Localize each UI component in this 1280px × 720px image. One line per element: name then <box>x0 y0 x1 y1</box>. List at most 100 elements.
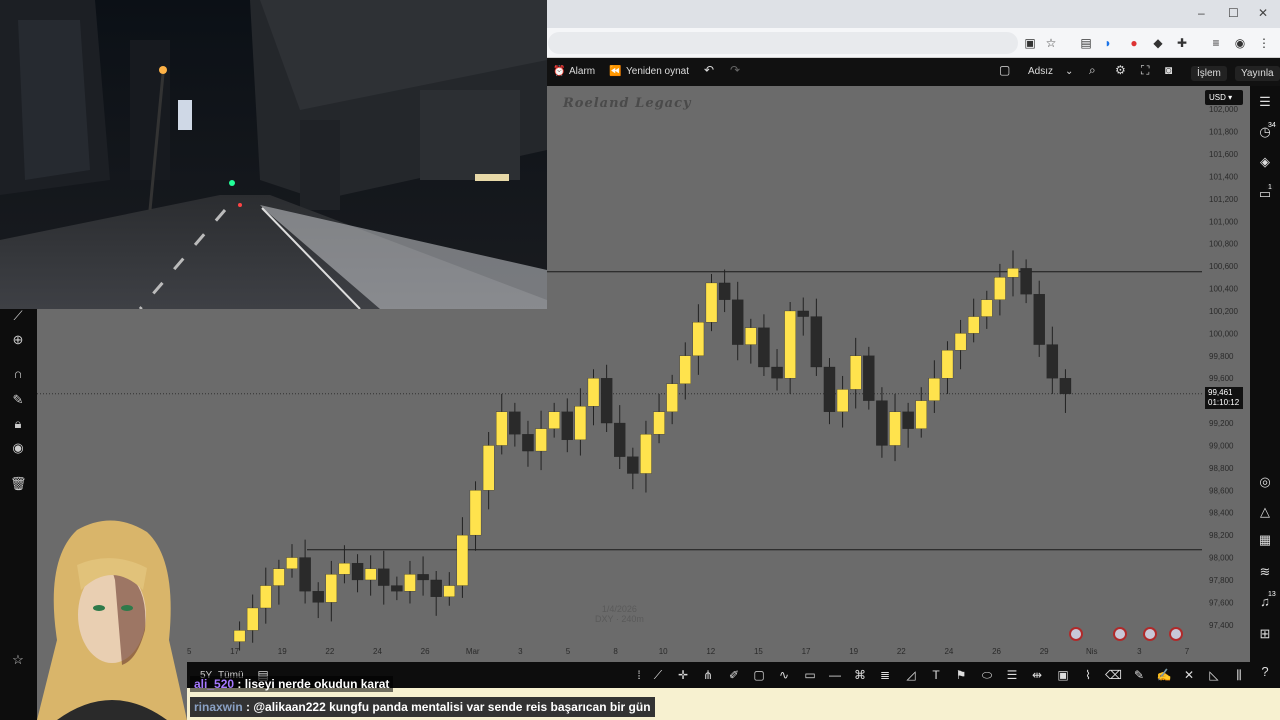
cross-icon[interactable]: ✕ <box>1181 667 1197 683</box>
watchlist-icon[interactable]: ☰ <box>1257 94 1273 110</box>
candle-body <box>273 568 285 586</box>
omnibox[interactable] <box>548 32 1018 54</box>
trendline-icon[interactable]: ⟋ <box>650 667 666 683</box>
star-icon[interactable]: ☆ <box>1043 35 1059 51</box>
minimize-button[interactable]: – <box>1198 6 1205 20</box>
close-window-button[interactable]: ✕ <box>1258 6 1268 20</box>
price-axis-label: 100,000 <box>1209 329 1238 338</box>
fib-icon[interactable]: ⋔ <box>700 667 716 683</box>
indicators-icon[interactable]: ≣ <box>877 667 893 683</box>
publish-button[interactable]: Yayınla <box>1235 66 1280 81</box>
tools-more-icon[interactable]: ⫼ <box>1231 667 1247 683</box>
triangle-icon[interactable]: △ <box>1257 504 1273 520</box>
alarm-icon[interactable]: ⏰ <box>553 66 565 77</box>
layers-icon[interactable]: ◈ <box>1257 154 1273 170</box>
maximize-button[interactable]: ☐ <box>1228 6 1239 20</box>
currency-selector[interactable]: USD ▾ <box>1205 90 1243 105</box>
rss-icon[interactable]: ≋ <box>1257 564 1273 580</box>
crosshair-dots-icon[interactable]: ⁞ <box>631 667 647 683</box>
extension-icon[interactable]: ▤ <box>1078 35 1094 51</box>
layout-name[interactable]: Adsız <box>1028 66 1053 77</box>
image-icon[interactable]: ▣ <box>1055 667 1071 683</box>
alarm-button[interactable]: Alarm <box>569 66 595 77</box>
eraser-icon[interactable]: ⌫ <box>1105 667 1122 683</box>
flag-icon[interactable]: ⚑ <box>953 667 969 683</box>
chat-badge: 1 <box>1266 184 1274 191</box>
candle-body <box>784 310 796 379</box>
grid-icon[interactable]: ⊞ <box>1257 626 1273 642</box>
measure-icon[interactable]: ⇹ <box>1029 667 1045 683</box>
pattern-icon[interactable]: ⌘ <box>852 667 868 683</box>
time-axis-label: 29 <box>1040 647 1049 656</box>
replay-icon[interactable]: ⏪ <box>609 66 621 77</box>
price-axis-label: 102,000 <box>1209 105 1238 114</box>
search-icon[interactable]: ⌕ <box>1089 63 1096 78</box>
audio-icon[interactable]: ◗ <box>1100 35 1116 51</box>
candle-body <box>981 299 993 317</box>
time-axis-label: 8 <box>613 647 618 656</box>
camera-icon[interactable]: ◙ <box>1165 63 1172 77</box>
redo-icon[interactable]: ↷ <box>730 63 740 77</box>
clipboard-icon[interactable]: ▣ <box>1022 35 1038 51</box>
eye-icon[interactable]: ◉ <box>10 440 26 456</box>
economic-event-marker <box>1069 627 1083 641</box>
candle-body <box>797 310 809 317</box>
video-overlay[interactable] <box>0 0 547 309</box>
candle-body <box>587 378 600 407</box>
profile-avatar[interactable]: ◉ <box>1232 35 1248 51</box>
ruler-tool-icon[interactable]: ◺ <box>1206 667 1222 683</box>
time-axis-label: 17 <box>230 647 239 656</box>
price-axis-label: 100,200 <box>1209 307 1238 316</box>
lock-icon[interactable]: 🔒︎ <box>10 416 26 432</box>
shape-icon[interactable]: ◿ <box>903 667 919 683</box>
draw-mode-icon[interactable]: ✎ <box>10 392 26 408</box>
candle-body <box>954 333 967 351</box>
undo-icon[interactable]: ↶ <box>704 63 714 77</box>
help-icon[interactable]: ? <box>1257 664 1273 680</box>
candle-body <box>732 299 744 345</box>
text-tool-icon[interactable]: T <box>928 667 944 683</box>
long-position-icon[interactable]: ☰ <box>1004 667 1020 683</box>
candle-body <box>456 534 469 586</box>
time-axis-label: 22 <box>325 647 334 656</box>
puzzle-icon[interactable]: ✚ <box>1174 35 1190 51</box>
magnet-icon[interactable]: ∩ <box>10 366 26 382</box>
calendar-icon[interactable]: ▦ <box>1257 532 1273 548</box>
chevron-down-icon[interactable]: ⌄ <box>1065 66 1073 77</box>
ruler-icon[interactable]: ⟋ <box>10 308 26 324</box>
marker-icon[interactable]: ✍ <box>1156 667 1172 683</box>
fullscreen-icon[interactable]: ⛶ <box>1141 63 1149 78</box>
rectangle-icon[interactable]: ▢ <box>751 667 767 683</box>
brush-icon[interactable]: ✐ <box>726 667 742 683</box>
callout-icon[interactable]: ▭ <box>802 667 818 683</box>
time-axis-label: Nis <box>1086 647 1098 656</box>
chat-text: : @alikaan222 kungfu panda mentalisi var… <box>242 700 651 714</box>
favorites-star-icon[interactable]: ☆ <box>10 652 26 668</box>
horizontal-line-icon[interactable]: — <box>827 667 843 683</box>
replay-button[interactable]: Yeniden oynat <box>626 66 689 77</box>
trade-button[interactable]: İşlem <box>1191 66 1227 81</box>
layout-icon[interactable]: ▢ <box>999 63 1010 77</box>
time-axis-label: 12 <box>706 647 715 656</box>
price-axis-label: 100,600 <box>1209 262 1238 271</box>
gear-icon[interactable]: ⚙ <box>1115 63 1126 77</box>
streamer-avatar <box>37 520 187 720</box>
trash-icon[interactable]: 🗑︎ <box>10 476 27 492</box>
ellipse-icon[interactable]: ⬭ <box>979 667 995 683</box>
candle-body <box>482 445 495 491</box>
candle-body <box>705 282 718 323</box>
candle-body <box>351 562 364 581</box>
ninja-icon[interactable]: ◆ <box>1150 35 1166 51</box>
candle-body <box>941 350 954 379</box>
crosshair-icon[interactable]: ✛ <box>675 667 691 683</box>
extension-red-icon[interactable]: ● <box>1126 35 1142 51</box>
pencil-icon[interactable]: ✎ <box>1131 667 1147 683</box>
current-price-value: 99,461 <box>1208 388 1233 397</box>
path-icon[interactable]: ∿ <box>776 667 792 683</box>
zoom-in-icon[interactable]: ⊕ <box>10 332 26 348</box>
target-icon[interactable]: ◎ <box>1257 474 1273 490</box>
reading-list-icon[interactable]: ≡ <box>1208 35 1224 51</box>
time-axis-label: 22 <box>897 647 906 656</box>
menu-kebab-icon[interactable]: ⋮ <box>1256 35 1272 51</box>
highlighter-icon[interactable]: ⌇ <box>1080 667 1096 683</box>
